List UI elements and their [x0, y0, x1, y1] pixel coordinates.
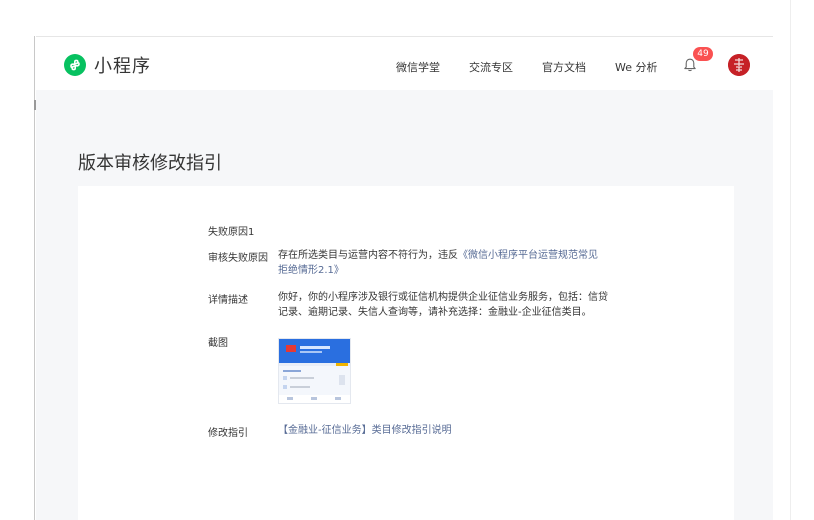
nav-community[interactable]: 交流专区 — [469, 59, 513, 75]
logo[interactable]: 小程序 — [64, 52, 151, 78]
detail-description-label: 详情描述 — [208, 295, 248, 306]
detail-description-value: 你好，你的小程序涉及银行或征信机构提供企业征信业务服务，包括：信贷 记录、逾期记… — [278, 290, 618, 320]
screenshot-thumbnail-image — [279, 339, 350, 403]
page-frame: 小程序 微信学堂 交流专区 官方文档 We 分析 49 版本审核修改指引 失败原… — [36, 36, 773, 520]
nav-we-analysis[interactable]: We 分析 — [615, 59, 658, 75]
mini-program-logo-icon — [64, 54, 86, 76]
nav-official-docs[interactable]: 官方文档 — [542, 59, 586, 75]
reason-text: 存在所选类目与运营内容不符行为，违反 — [278, 250, 458, 261]
user-avatar[interactable] — [728, 54, 750, 76]
screenshot-thumbnail[interactable] — [278, 338, 351, 404]
review-failure-reason-value: 存在所选类目与运营内容不符行为，违反《微信小程序平台运营规范常见 拒绝情形2.1… — [278, 248, 618, 278]
review-detail-card: 失败原因1 审核失败原因 存在所选类目与运营内容不符行为，违反《微信小程序平台运… — [78, 186, 734, 520]
desc-line-1: 你好，你的小程序涉及银行或征信机构提供企业征信业务服务，包括：信贷 — [278, 292, 608, 303]
rule-link-part1[interactable]: 《微信小程序平台运营规范常见 — [458, 250, 598, 261]
modification-guide-link[interactable]: 【金融业-征信业务】类目修改指引说明 — [278, 423, 618, 438]
scrollbar-track — [790, 0, 791, 520]
desc-line-2: 记录、逾期记录、失信人查询等，请补充选择：金融业-企业征信类目。 — [278, 307, 592, 318]
failure-reason-heading: 失败原因1 — [208, 227, 255, 238]
notification-badge: 49 — [693, 47, 713, 61]
review-failure-reason-label: 审核失败原因 — [208, 253, 268, 264]
rule-link-part2[interactable]: 拒绝情形2.1》 — [278, 265, 344, 276]
logo-text: 小程序 — [94, 56, 151, 77]
avatar-image-icon — [728, 54, 750, 76]
screenshot-label: 截图 — [208, 338, 228, 349]
nav-wechat-school[interactable]: 微信学堂 — [396, 59, 440, 75]
page-title: 版本审核修改指引 — [78, 153, 222, 174]
top-navigation-bar: 小程序 微信学堂 交流专区 官方文档 We 分析 49 — [36, 36, 773, 90]
modification-guide-label: 修改指引 — [208, 428, 248, 439]
